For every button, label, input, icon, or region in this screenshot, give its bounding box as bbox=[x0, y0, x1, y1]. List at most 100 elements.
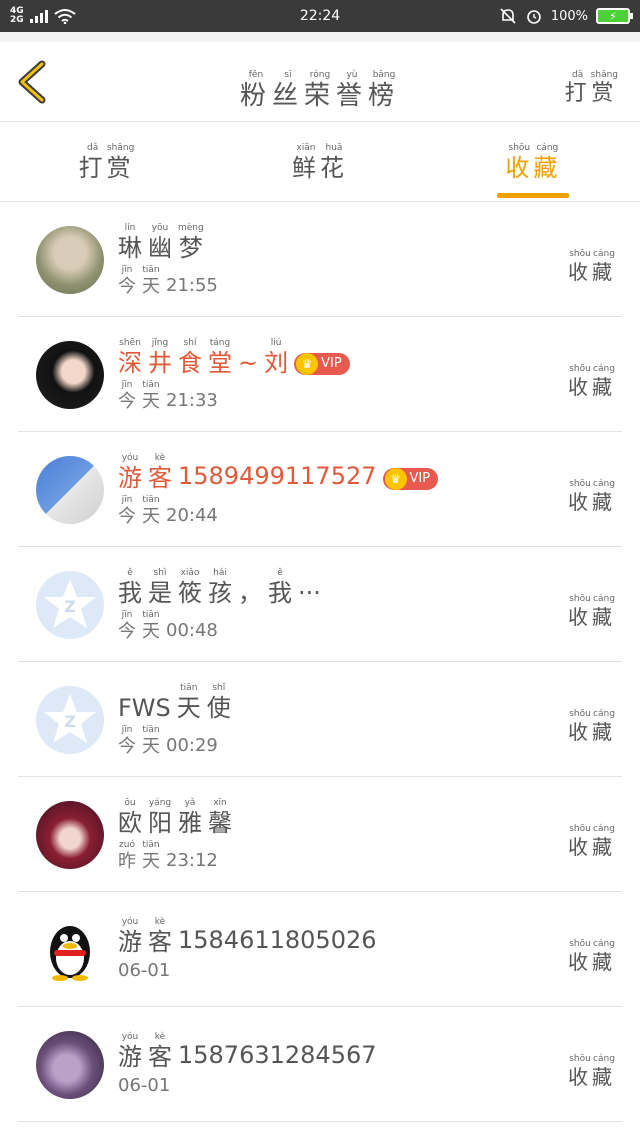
avatar[interactable]: Z bbox=[36, 685, 104, 754]
hanzi: 阳 bbox=[148, 808, 172, 837]
ruby-char: shōu 收 bbox=[568, 594, 592, 628]
ruby-char: fěn 粉 bbox=[239, 71, 272, 111]
hanzi: 收 bbox=[568, 1065, 592, 1089]
time-value: 20:44 bbox=[166, 504, 218, 526]
list-item[interactable]: lín 琳 yōu 幽 mèng 梦 jīn 今 tiān 天 21:55 shōu 收 cáng 藏 bbox=[0, 202, 640, 317]
ruby-char: jīn 今 bbox=[118, 380, 136, 412]
favorite-button[interactable]: shōu 收 cáng 藏 bbox=[568, 582, 616, 628]
list-item[interactable]: shēn 深 jǐng 井 shí 食 táng 堂 ~ liú 刘 ♛ VIP jīn 今 tiān 天 21… bbox=[0, 317, 640, 432]
hanzi: 深 bbox=[118, 348, 142, 377]
tab-flowers[interactable]: xiān 鲜 huā 花 bbox=[213, 122, 426, 201]
ruby-char: dǎ 打 bbox=[565, 71, 591, 105]
ruby-char: shōu 收 bbox=[568, 825, 592, 859]
list-item[interactable]: Z FWS tiān 天 shǐ 使 jīn 今 tiān 天 00:29 shōu 收 cáng 藏 bbox=[0, 662, 640, 777]
svg-text:Z: Z bbox=[64, 712, 76, 731]
pinyin: shōu bbox=[569, 594, 591, 604]
hanzi: 昨 bbox=[118, 850, 136, 872]
svg-text:Z: Z bbox=[64, 597, 76, 616]
user-info: ōu 欧 yáng 阳 yǎ 雅 xīn 馨 zuó 昨 tiān 天 23:12 bbox=[118, 797, 568, 872]
hanzi: 今 bbox=[118, 505, 136, 527]
tab-reward[interactable]: dǎ 打 shǎng 赏 bbox=[0, 122, 213, 201]
hanzi: 今 bbox=[118, 275, 136, 297]
vip-badge: ♛ VIP bbox=[294, 352, 350, 375]
list-item[interactable]: ōu 欧 yáng 阳 yǎ 雅 xīn 馨 zuó 昨 tiān 天 23:12 shōu 收 cáng 藏 bbox=[0, 777, 640, 892]
qq-penguin-icon bbox=[50, 925, 90, 981]
favorite-button[interactable]: shōu 收 cáng 藏 bbox=[568, 352, 616, 398]
hanzi: 游 bbox=[118, 928, 142, 956]
ruby-char: shí 食 bbox=[178, 338, 202, 375]
hanzi: 今 bbox=[118, 390, 136, 412]
ruby-char: tiān 天 bbox=[176, 683, 201, 722]
avatar[interactable] bbox=[36, 1030, 104, 1099]
follow-time: jīn 今 tiān 天 00:48 bbox=[118, 610, 568, 642]
pinyin: ě bbox=[277, 567, 283, 578]
list-item[interactable]: yóu 游 kè 客 15876312845​67 06-01 shōu 收 cáng 藏 bbox=[0, 1007, 640, 1122]
hanzi: 天 bbox=[176, 693, 201, 722]
avatar[interactable] bbox=[36, 455, 104, 524]
ruby-char: yóu 游 bbox=[118, 1033, 142, 1070]
tab-bar: dǎ 打 shǎng 赏 xiān 鲜 huā 花 shōu 收 cáng 藏 bbox=[0, 122, 640, 202]
pinyin: mèng bbox=[178, 222, 204, 233]
pinyin: jīn bbox=[121, 264, 133, 275]
favorite-button[interactable]: shōu 收 cáng 藏 bbox=[568, 697, 616, 743]
hanzi: 琳 bbox=[118, 233, 142, 262]
tab-favorites[interactable]: shōu 收 cáng 藏 bbox=[427, 122, 640, 201]
hanzi: 筱 bbox=[178, 578, 202, 607]
follow-time: jīn 今 tiān 天 21:55 bbox=[118, 264, 568, 297]
hanzi: 客 bbox=[148, 463, 172, 492]
pinyin: cáng bbox=[593, 939, 615, 949]
ruby-char: ··· bbox=[298, 569, 321, 605]
ruby-char: lín 琳 bbox=[118, 223, 142, 262]
pinyin: táng bbox=[209, 337, 231, 348]
list-item[interactable]: yóu 游 kè 客 15894991175​27 ♛ VIP jīn 今 tiān 天 20:44 s… bbox=[0, 432, 640, 547]
hanzi: 井 bbox=[148, 348, 172, 377]
reward-button[interactable]: dǎ 打 shǎng 赏 bbox=[565, 58, 618, 105]
avatar[interactable] bbox=[36, 800, 104, 869]
pinyin: yóu bbox=[121, 452, 139, 463]
hanzi: 藏 bbox=[592, 950, 616, 974]
pinyin: cáng bbox=[593, 249, 615, 259]
pinyin: jīn bbox=[121, 724, 133, 735]
back-arrow-icon[interactable] bbox=[14, 60, 54, 104]
user-name-number: 15846118050​26 bbox=[178, 926, 377, 954]
hanzi: 天 bbox=[142, 505, 160, 527]
favorite-button[interactable]: shōu 收 cáng 藏 bbox=[568, 927, 616, 974]
avatar[interactable] bbox=[36, 340, 104, 409]
pinyin: shōu bbox=[569, 364, 591, 374]
hanzi: 粉 bbox=[239, 81, 272, 111]
ruby-char: tiān 天 bbox=[142, 265, 160, 296]
pinyin: yōu bbox=[151, 222, 169, 233]
pinyin: shōu bbox=[569, 479, 591, 489]
user-name: FWS tiān 天 shǐ 使 bbox=[118, 683, 568, 722]
user-name-number: 15894991175​27 bbox=[178, 461, 377, 490]
favorite-button[interactable]: shōu 收 cáng 藏 bbox=[568, 237, 616, 283]
pinyin: yù bbox=[346, 70, 358, 80]
list-item[interactable]: yóu 游 kè 客 15846118050​26 06-01 shōu 收 cáng 藏 bbox=[0, 892, 640, 1007]
pinyin: tiān bbox=[142, 494, 160, 505]
user-name: yóu 游 kè 客 15894991175​27 ♛ VIP bbox=[118, 452, 568, 492]
pinyin: huā bbox=[325, 142, 343, 153]
pinyin bbox=[308, 569, 311, 578]
pinyin: shōu bbox=[569, 249, 591, 259]
ruby-char: zuó 昨 bbox=[118, 840, 136, 872]
ruby-char: xiǎo 筱 bbox=[178, 568, 202, 607]
pinyin: cáng bbox=[593, 1054, 615, 1064]
hanzi: 藏 bbox=[592, 1065, 616, 1089]
hanzi: ··· bbox=[298, 578, 321, 607]
favorite-button[interactable]: shōu 收 cáng 藏 bbox=[568, 1042, 616, 1089]
hanzi: 收 bbox=[568, 835, 592, 859]
favorite-button[interactable]: shōu 收 cáng 藏 bbox=[568, 812, 616, 859]
default-avatar-icon: Z bbox=[44, 693, 96, 743]
avatar[interactable]: Z bbox=[36, 570, 104, 639]
ruby-char: ~ bbox=[238, 339, 258, 375]
ruby-char: róng 荣 bbox=[304, 71, 336, 110]
avatar[interactable] bbox=[36, 915, 104, 984]
pinyin: yǎ bbox=[184, 797, 196, 808]
user-info: lín 琳 yōu 幽 mèng 梦 jīn 今 tiān 天 21:55 bbox=[118, 222, 568, 297]
list-item[interactable]: Zě 我 shì 是 xiǎo 筱 hái 孩 ， ě 我 ··· jīn 今 tiān 天 00:48 sh… bbox=[0, 547, 640, 662]
favorite-button[interactable]: shōu 收 cáng 藏 bbox=[568, 467, 616, 513]
follow-time: 06-01 bbox=[118, 1075, 568, 1096]
follow-time: jīn 今 tiān 天 00:29 bbox=[118, 724, 568, 756]
avatar[interactable] bbox=[36, 225, 104, 294]
hanzi: 今 bbox=[118, 620, 136, 642]
